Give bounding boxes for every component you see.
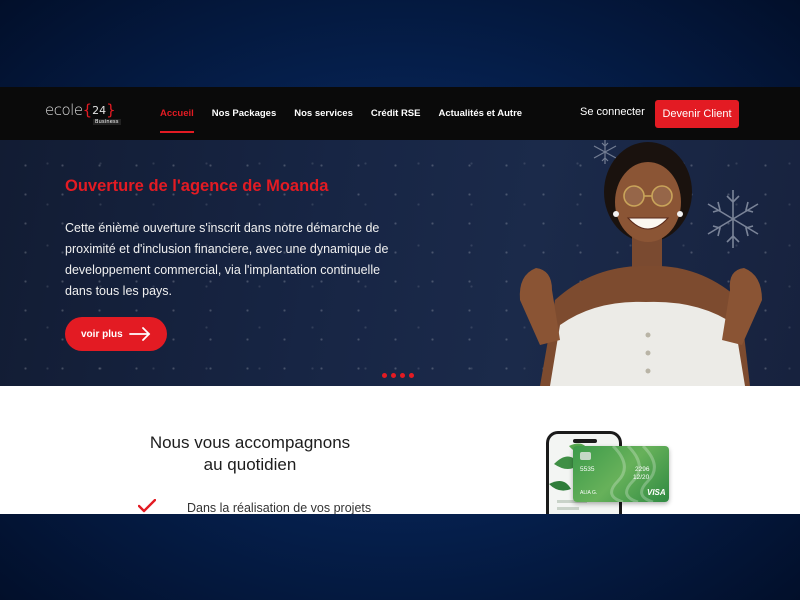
credit-card-illustration: 5535 2296 12/20 ALIA G. VISA bbox=[573, 446, 669, 502]
feature-item: Dans la réalisation de vos projets bbox=[187, 501, 372, 514]
top-navbar: ecole { 24 } Business Accueil Nos Packag… bbox=[0, 87, 800, 140]
logo-subtitle: Business bbox=[93, 119, 121, 125]
card-chip bbox=[580, 452, 591, 460]
hero-title: Ouverture de l'agence de Moanda bbox=[65, 177, 329, 195]
main-menu: Accueil Nos Packages Nos services Crédit… bbox=[160, 87, 540, 140]
hero-description: Cette énième ouverture s'inscrit dans no… bbox=[65, 221, 389, 298]
section-heading-line1: Nous vous accompagnons bbox=[149, 433, 351, 452]
website-page: ecole { 24 } Business Accueil Nos Packag… bbox=[0, 87, 800, 514]
checkmark-icon bbox=[138, 499, 156, 513]
carousel-dot[interactable] bbox=[382, 373, 387, 378]
visa-logo: VISA bbox=[647, 488, 666, 497]
login-link[interactable]: Se connecter bbox=[580, 106, 645, 118]
carousel-indicators bbox=[382, 373, 414, 378]
logo-brace-close: } bbox=[106, 101, 116, 119]
nav-item-actualites[interactable]: Actualités et Autre bbox=[438, 87, 522, 140]
nav-item-accueil[interactable]: Accueil bbox=[160, 87, 194, 140]
arrow-right-icon bbox=[129, 327, 151, 341]
logo-number: 24 bbox=[92, 104, 107, 117]
carousel-dot[interactable] bbox=[409, 373, 414, 378]
hero-banner: Ouverture de l'agence de Moanda Cette én… bbox=[0, 140, 800, 386]
card-number-right: 2296 bbox=[635, 466, 650, 473]
nav-item-credit-rse[interactable]: Crédit RSE bbox=[371, 87, 421, 140]
section-heading: Nous vous accompagnons au quotidien bbox=[120, 432, 380, 476]
card-holder: ALIA G. bbox=[580, 490, 598, 496]
nav-item-packages[interactable]: Nos Packages bbox=[212, 87, 276, 140]
smiling-woman-photo bbox=[519, 142, 762, 386]
become-client-button[interactable]: Devenir Client bbox=[655, 100, 739, 128]
carousel-dot[interactable] bbox=[400, 373, 405, 378]
card-number-left: 5535 bbox=[580, 466, 595, 473]
see-more-button[interactable]: voir plus bbox=[65, 317, 167, 351]
carousel-dot[interactable] bbox=[391, 373, 396, 378]
nav-item-services[interactable]: Nos services bbox=[294, 87, 353, 140]
logo-brace-open: { bbox=[82, 101, 93, 119]
see-more-label: voir plus bbox=[81, 328, 123, 340]
card-expiry: 12/20 bbox=[633, 474, 650, 481]
brand-logo[interactable]: ecole { 24 } Business bbox=[45, 101, 121, 125]
section-heading-line2: au quotidien bbox=[203, 455, 297, 474]
logo-wordmark: ecole bbox=[45, 101, 83, 119]
